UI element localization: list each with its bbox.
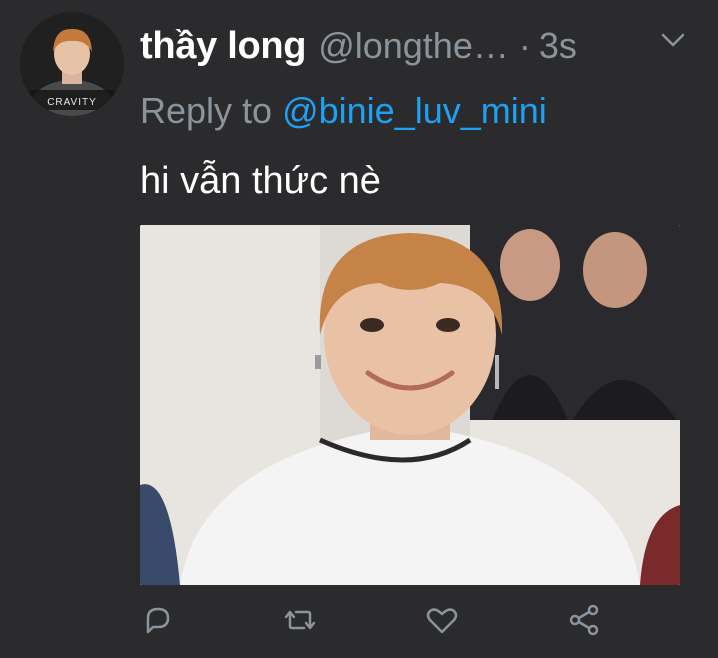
timestamp[interactable]: 3s (539, 25, 577, 67)
reply-context: Reply to @binie_luv_mini (140, 90, 547, 132)
share-icon[interactable] (566, 602, 602, 638)
avatar[interactable]: CRAVITY (20, 12, 124, 116)
reply-prefix: Reply to (140, 90, 273, 131)
tweet-photo (140, 225, 680, 585)
tweet[interactable]: CRAVITY thầy long @longthe… · 3s Reply t… (0, 0, 718, 658)
user-handle[interactable]: @longthe… (318, 25, 509, 67)
tweet-image[interactable] (140, 225, 680, 585)
reply-to-user-link[interactable]: @binie_luv_mini (282, 90, 547, 131)
tweet-actions (140, 600, 610, 640)
reply-icon[interactable] (140, 602, 176, 638)
separator-dot: · (518, 25, 531, 66)
avatar-image: CRAVITY (20, 12, 124, 116)
tweet-header: thầy long @longthe… · 3s (140, 22, 698, 70)
chevron-down-icon[interactable] (660, 30, 686, 50)
retweet-icon[interactable] (282, 602, 318, 638)
avatar-text: CRAVITY (47, 97, 97, 108)
tweet-text: hi vẫn thức nè (140, 160, 381, 202)
heart-icon[interactable] (424, 602, 460, 638)
display-name[interactable]: thầy long (140, 25, 306, 68)
